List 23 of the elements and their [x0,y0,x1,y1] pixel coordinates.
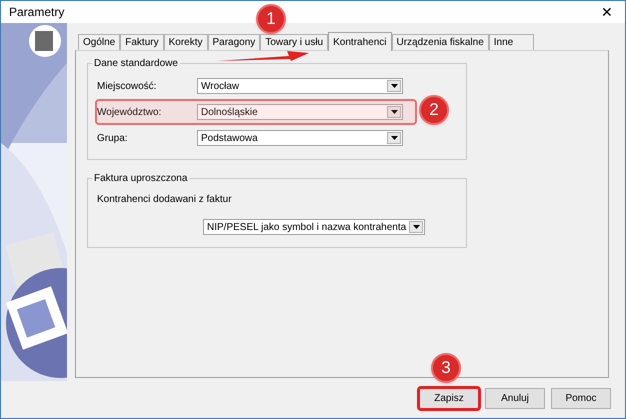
field-label: Miejscowość: [97,80,158,94]
dropdown[interactable]: Wrocław [197,78,403,94]
dropdown[interactable]: Podstawowa [197,130,403,146]
dialog-button[interactable]: Pomoc [551,388,611,408]
tab[interactable]: Paragony [208,34,260,50]
dropdown[interactable]: NIP/PESEL jako symbol i nazwa kontrahenta [203,219,426,235]
tab[interactable]: Urządzenia fiskalne [392,34,489,50]
tab[interactable]: Ogólne [78,34,120,50]
tab[interactable]: Towary i usłu [260,34,328,50]
step-badge: 1 [256,4,286,34]
close-button[interactable]: ✕ [597,2,617,22]
dropdown[interactable]: Dolnośląskie [197,104,403,120]
dialog-button[interactable]: Anuluj [485,388,545,408]
tab[interactable]: Kontrahenci [328,32,392,51]
group-title: Faktura uproszczona [92,171,190,186]
field-label: Województwo: [97,106,162,120]
tab[interactable]: Korekty [164,34,208,50]
caption-text: Kontrahenci dodawani z faktur [97,193,233,207]
tab[interactable]: Inne [488,34,534,50]
tab[interactable]: Faktury [120,34,164,50]
dialog-button[interactable]: Zapisz [419,388,479,408]
field-label: Grupa: [97,132,129,146]
window-title: Parametry [9,4,64,21]
